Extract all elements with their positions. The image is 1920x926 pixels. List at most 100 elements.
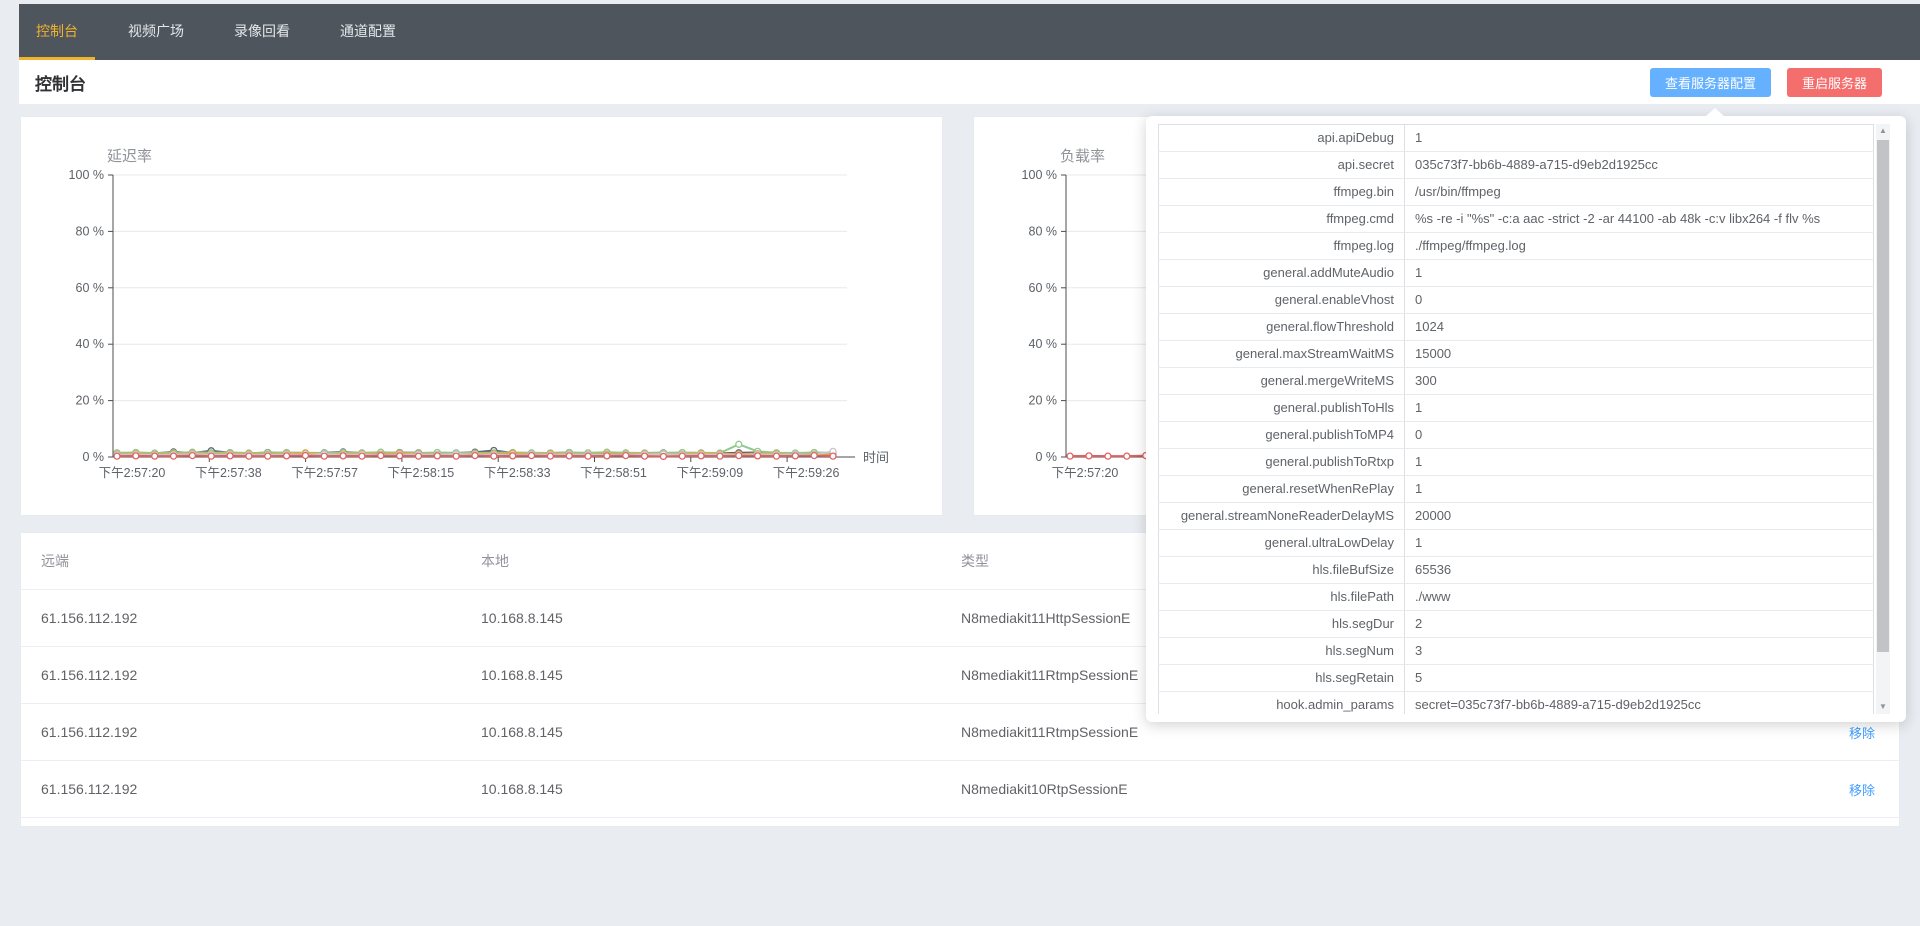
config-key: general.addMuteAudio — [1159, 260, 1405, 287]
cell-type: N8mediakit11RtmpSessionE — [961, 724, 1789, 740]
scrollbar-thumb[interactable] — [1877, 140, 1889, 652]
config-value: 1024 — [1405, 314, 1874, 341]
svg-text:下午2:58:51: 下午2:58:51 — [580, 466, 647, 480]
config-key: general.ultraLowDelay — [1159, 530, 1405, 557]
svg-text:时间: 时间 — [863, 450, 889, 465]
config-key: ffmpeg.cmd — [1159, 206, 1405, 233]
config-key: hook.admin_params — [1159, 692, 1405, 715]
config-row: general.publishToHls1 — [1159, 395, 1874, 422]
svg-text:60 %: 60 % — [76, 281, 105, 295]
cell-remote: 61.156.112.192 — [21, 724, 481, 740]
cell-type: N8mediakit10RtpSessionE — [961, 781, 1789, 797]
svg-text:80 %: 80 % — [1029, 224, 1058, 238]
config-table: api.apiDebug1api.secret035c73f7-bb6b-488… — [1158, 124, 1874, 714]
config-row: api.apiDebug1 — [1159, 125, 1874, 152]
header-actions: 查看服务器配置 重启服务器 — [1650, 68, 1882, 97]
config-row: general.flowThreshold1024 — [1159, 314, 1874, 341]
config-value: 035c73f7-bb6b-4889-a715-d9eb2d1925cc — [1405, 152, 1874, 179]
config-key: api.secret — [1159, 152, 1405, 179]
config-row: general.mergeWriteMS300 — [1159, 368, 1874, 395]
remove-link[interactable]: 移除 — [1849, 726, 1875, 741]
config-value: ./ffmpeg/ffmpeg.log — [1405, 233, 1874, 260]
config-value: 1 — [1405, 125, 1874, 152]
cell-local: 10.168.8.145 — [481, 667, 961, 683]
restart-server-button[interactable]: 重启服务器 — [1787, 68, 1882, 97]
svg-text:下午2:58:33: 下午2:58:33 — [484, 466, 551, 480]
svg-text:负载率: 负载率 — [1060, 148, 1105, 165]
svg-text:100 %: 100 % — [69, 168, 104, 182]
cell-local: 10.168.8.145 — [481, 610, 961, 626]
svg-text:下午2:57:20: 下午2:57:20 — [99, 466, 166, 480]
cell-local: 10.168.8.145 — [481, 781, 961, 797]
scroll-down-icon[interactable]: ▼ — [1876, 700, 1890, 714]
nav-tab-0[interactable]: 控制台 — [19, 4, 95, 60]
svg-text:下午2:59:09: 下午2:59:09 — [676, 466, 743, 480]
config-key: general.flowThreshold — [1159, 314, 1405, 341]
cell-remote: 61.156.112.192 — [21, 610, 481, 626]
nav-tab-2[interactable]: 录像回看 — [217, 4, 307, 60]
latency-chart-card: 延迟率100 %80 %60 %40 %20 %0 %下午2:57:20下午2:… — [20, 116, 943, 516]
column-header-remote: 远端 — [21, 551, 481, 571]
config-key: general.publishToHls — [1159, 395, 1405, 422]
svg-text:下午2:57:57: 下午2:57:57 — [291, 466, 358, 480]
popup-arrow — [1706, 108, 1724, 116]
config-row: general.ultraLowDelay1 — [1159, 530, 1874, 557]
config-value: 1 — [1405, 395, 1874, 422]
config-key: hls.fileBufSize — [1159, 557, 1405, 584]
latency-chart-svg: 延迟率100 %80 %60 %40 %20 %0 %下午2:57:20下午2:… — [21, 117, 942, 517]
config-scrollbar[interactable]: ▲ ▼ — [1876, 124, 1890, 714]
svg-text:80 %: 80 % — [76, 224, 105, 238]
server-config-popup: api.apiDebug1api.secret035c73f7-bb6b-488… — [1146, 116, 1906, 722]
config-key: hls.segNum — [1159, 638, 1405, 665]
config-key: general.publishToRtxp — [1159, 449, 1405, 476]
svg-text:下午2:59:26: 下午2:59:26 — [773, 466, 840, 480]
config-key: general.streamNoneReaderDelayMS — [1159, 503, 1405, 530]
config-value: 300 — [1405, 368, 1874, 395]
svg-text:0 %: 0 % — [1035, 450, 1057, 464]
cell-remote: 61.156.112.192 — [21, 781, 481, 797]
config-row: hls.segRetain5 — [1159, 665, 1874, 692]
config-row: api.secret035c73f7-bb6b-4889-a715-d9eb2d… — [1159, 152, 1874, 179]
svg-text:下午2:57:20: 下午2:57:20 — [1052, 466, 1119, 480]
nav-tab-1[interactable]: 视频广场 — [111, 4, 201, 60]
config-key: general.maxStreamWaitMS — [1159, 341, 1405, 368]
config-row: ffmpeg.log./ffmpeg/ffmpeg.log — [1159, 233, 1874, 260]
config-key: general.mergeWriteMS — [1159, 368, 1405, 395]
page-header: 控制台 查看服务器配置 重启服务器 — [19, 60, 1920, 104]
svg-text:0 %: 0 % — [82, 450, 104, 464]
config-row: general.publishToMP40 — [1159, 422, 1874, 449]
config-row: general.resetWhenRePlay1 — [1159, 476, 1874, 503]
view-server-config-button[interactable]: 查看服务器配置 — [1650, 68, 1771, 97]
config-row: hls.segNum3 — [1159, 638, 1874, 665]
config-value: secret=035c73f7-bb6b-4889-a715-d9eb2d192… — [1405, 692, 1874, 715]
config-row: ffmpeg.cmd%s -re -i "%s" -c:a aac -stric… — [1159, 206, 1874, 233]
svg-text:60 %: 60 % — [1029, 281, 1058, 295]
config-key: hls.segRetain — [1159, 665, 1405, 692]
config-row: general.addMuteAudio1 — [1159, 260, 1874, 287]
config-value: %s -re -i "%s" -c:a aac -strict -2 -ar 4… — [1405, 206, 1874, 233]
config-value: /usr/bin/ffmpeg — [1405, 179, 1874, 206]
svg-text:40 %: 40 % — [1029, 337, 1058, 351]
config-table-wrapper: api.apiDebug1api.secret035c73f7-bb6b-488… — [1158, 124, 1874, 714]
svg-text:下午2:57:38: 下午2:57:38 — [195, 466, 262, 480]
config-value: 20000 — [1405, 503, 1874, 530]
table-row: 61.156.112.19210.168.8.145N8mediakit10Rt… — [21, 761, 1899, 818]
page-title: 控制台 — [27, 70, 86, 95]
config-value: 1 — [1405, 449, 1874, 476]
scroll-up-icon[interactable]: ▲ — [1876, 124, 1890, 138]
config-value: 65536 — [1405, 557, 1874, 584]
config-row: hls.fileBufSize65536 — [1159, 557, 1874, 584]
config-key: general.enableVhost — [1159, 287, 1405, 314]
svg-text:下午2:58:15: 下午2:58:15 — [388, 466, 455, 480]
config-value: 1 — [1405, 260, 1874, 287]
nav-tab-3[interactable]: 通道配置 — [323, 4, 413, 60]
config-key: ffmpeg.log — [1159, 233, 1405, 260]
config-row: general.publishToRtxp1 — [1159, 449, 1874, 476]
svg-text:100 %: 100 % — [1022, 168, 1057, 182]
config-key: ffmpeg.bin — [1159, 179, 1405, 206]
config-key: general.resetWhenRePlay — [1159, 476, 1405, 503]
remove-link[interactable]: 移除 — [1849, 783, 1875, 798]
cell-local: 10.168.8.145 — [481, 724, 961, 740]
svg-text:20 %: 20 % — [1029, 394, 1058, 408]
config-value: ./www — [1405, 584, 1874, 611]
